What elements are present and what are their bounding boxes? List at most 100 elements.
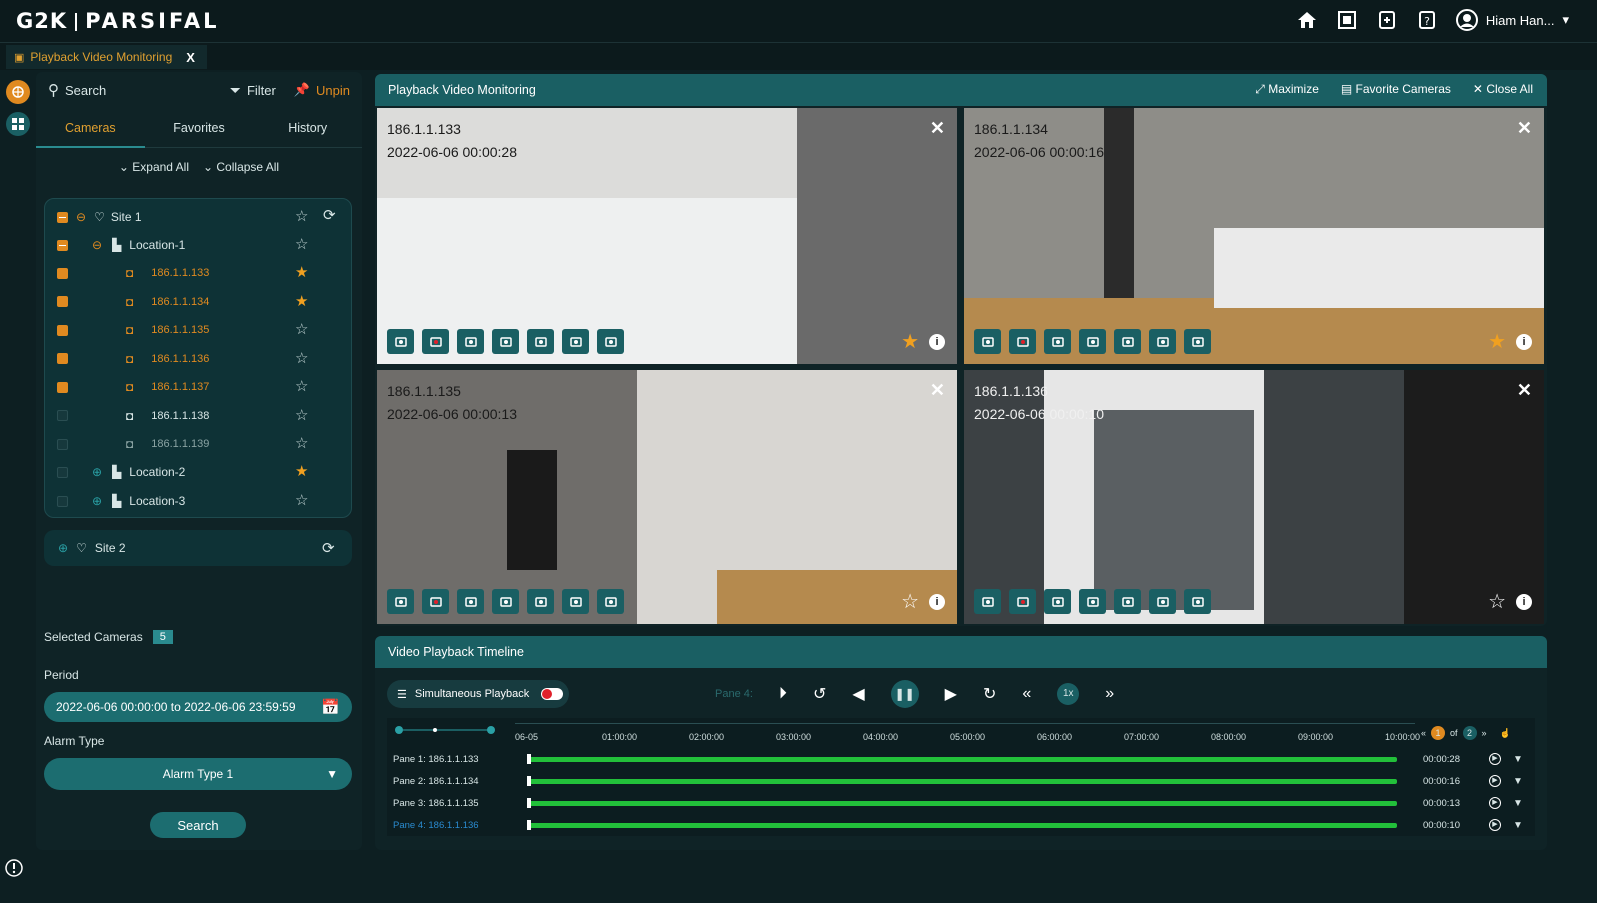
- unpin-button[interactable]: Unpin: [316, 83, 350, 98]
- star-icon[interactable]: ☆: [901, 589, 919, 614]
- lane-recording-bar[interactable]: [527, 800, 1397, 806]
- export-icon[interactable]: [562, 589, 589, 614]
- star-filled-icon[interactable]: ★: [901, 329, 919, 354]
- speed-badge[interactable]: 1x: [1057, 683, 1080, 705]
- step-forward-icon[interactable]: ▶: [945, 684, 957, 704]
- tab-cameras[interactable]: Cameras: [36, 108, 145, 148]
- tree-camera-0[interactable]: ◘ 186.1.1.133: [57, 259, 209, 287]
- snapshot-icon[interactable]: [387, 589, 414, 614]
- region-icon[interactable]: [492, 589, 519, 614]
- step-back-icon[interactable]: ◀: [852, 684, 864, 704]
- add-window-icon[interactable]: [1376, 9, 1398, 31]
- face-icon[interactable]: [527, 329, 554, 354]
- tree-location-1[interactable]: ⊖ ▙ Location-1: [57, 231, 185, 259]
- refresh-icon[interactable]: ⟳: [322, 539, 335, 557]
- pause-button[interactable]: ❚❚: [890, 680, 919, 708]
- close-all-button[interactable]: ✕ Close All: [1473, 82, 1533, 97]
- camera-checkbox[interactable]: [57, 410, 68, 421]
- camera-checkbox[interactable]: [57, 296, 68, 307]
- layout-icon[interactable]: [1336, 9, 1358, 31]
- cameras-rail-icon[interactable]: [6, 80, 30, 104]
- search-submit-button[interactable]: Search: [150, 812, 246, 838]
- zoom-in-icon[interactable]: [457, 589, 484, 614]
- rewind-15-icon[interactable]: ↺: [813, 684, 826, 704]
- star-filled-icon[interactable]: ★: [1488, 329, 1506, 354]
- tab-favorites[interactable]: Favorites: [145, 108, 254, 148]
- lane-playhead[interactable]: [527, 754, 531, 764]
- lane-playhead[interactable]: [527, 820, 531, 830]
- tree-location-3[interactable]: ⊕ ▙ Location-3: [57, 487, 185, 515]
- camera-checkbox[interactable]: [57, 267, 68, 279]
- lane-dropdown-icon[interactable]: ▼: [1513, 798, 1523, 809]
- status-info-icon[interactable]: [4, 858, 24, 878]
- region-icon[interactable]: [1079, 589, 1106, 614]
- collapse-icon[interactable]: ⊖: [92, 238, 102, 252]
- tree-site-2[interactable]: ⊕ ♡ Site 2 ⟳: [44, 530, 352, 566]
- tree-camera-3[interactable]: ◘ 186.1.1.136: [57, 345, 209, 373]
- face-icon[interactable]: [1114, 329, 1141, 354]
- region-icon[interactable]: [1079, 329, 1106, 354]
- filter-button[interactable]: Filter: [247, 83, 276, 98]
- lane-dropdown-icon[interactable]: ▼: [1513, 820, 1523, 831]
- star-icon[interactable]: ☆: [295, 235, 308, 253]
- search-icon[interactable]: ⚲: [48, 81, 59, 99]
- lane-dropdown-icon[interactable]: ▼: [1513, 776, 1523, 787]
- slower-icon[interactable]: «: [1022, 685, 1031, 703]
- period-field[interactable]: 2022-06-06 00:00:00 to 2022-06-06 23:59:…: [44, 692, 352, 722]
- lane-recording-bar[interactable]: [527, 756, 1397, 762]
- maximize-button[interactable]: ⤢ Maximize: [1255, 82, 1319, 97]
- star-icon[interactable]: ☆: [295, 406, 308, 424]
- zoom-in-icon[interactable]: [457, 329, 484, 354]
- timeline-lane[interactable]: Pane 3: 186.1.1.135 00:00:13 ▶ ▼: [387, 792, 1535, 814]
- refresh-icon[interactable]: ⟳: [323, 206, 336, 224]
- video-pane-1[interactable]: 186.1.1.133 2022-06-06 00:00:28 ✕ ★ i: [377, 108, 957, 364]
- zoom-slider[interactable]: [395, 724, 495, 736]
- favorite-cameras-button[interactable]: ▤ Favorite Cameras: [1341, 82, 1451, 97]
- camera-checkbox[interactable]: [57, 438, 68, 450]
- camera-checkbox[interactable]: [57, 353, 68, 364]
- alarm-type-select[interactable]: Alarm Type 1 ▼: [44, 758, 352, 790]
- star-filled-icon[interactable]: ★: [295, 292, 308, 310]
- star-icon[interactable]: ☆: [295, 207, 308, 225]
- export-icon[interactable]: [1149, 329, 1176, 354]
- tree-camera-4[interactable]: ◘ 186.1.1.137: [57, 373, 209, 401]
- hand-icon[interactable]: ☝: [1500, 728, 1511, 739]
- camera-checkbox[interactable]: [57, 324, 68, 336]
- region-icon[interactable]: [492, 329, 519, 354]
- bookmark-icon[interactable]: [1184, 329, 1211, 354]
- prev-page-icon[interactable]: «: [1421, 728, 1426, 738]
- lane-play-icon[interactable]: ▶: [1489, 753, 1501, 765]
- faster-icon[interactable]: »: [1105, 685, 1114, 703]
- link-icon[interactable]: [1009, 589, 1036, 614]
- lane-dropdown-icon[interactable]: ▼: [1513, 754, 1523, 765]
- timeline-lane[interactable]: Pane 4: 186.1.1.136 00:00:10 ▶ ▼: [387, 814, 1535, 836]
- lane-play-icon[interactable]: ▶: [1489, 797, 1501, 809]
- tree-camera-5[interactable]: ◘ 186.1.1.138: [57, 402, 209, 430]
- calendar-icon[interactable]: 📅: [321, 698, 340, 716]
- star-icon[interactable]: ☆: [295, 434, 308, 452]
- zoom-in-icon[interactable]: [1044, 589, 1071, 614]
- snapshot-icon[interactable]: [974, 589, 1001, 614]
- grid-rail-icon[interactable]: [6, 112, 30, 136]
- tree-location-2[interactable]: ⊕ ▙ Location-2: [57, 458, 185, 486]
- face-icon[interactable]: [527, 589, 554, 614]
- lane-playhead[interactable]: [527, 776, 531, 786]
- video-pane-4[interactable]: 186.1.1.136 2022-06-06 00:00:10 ✕ ☆ i: [964, 370, 1544, 624]
- link-icon[interactable]: [422, 329, 449, 354]
- tree-site-1[interactable]: ⊖ ♡ Site 1: [57, 203, 142, 231]
- video-pane-3[interactable]: 186.1.1.135 2022-06-06 00:00:13 ✕ ☆ i: [377, 370, 957, 624]
- face-icon[interactable]: [1114, 589, 1141, 614]
- star-icon[interactable]: ☆: [295, 377, 308, 395]
- collapse-all-button[interactable]: ⌄ Collapse All: [203, 160, 279, 174]
- info-icon[interactable]: i: [929, 334, 945, 350]
- star-icon[interactable]: ☆: [295, 320, 308, 338]
- zoom-in-icon[interactable]: [1044, 329, 1071, 354]
- tree-camera-6[interactable]: ◘ 186.1.1.139: [57, 430, 209, 458]
- info-icon[interactable]: i: [929, 594, 945, 610]
- simultaneous-playback[interactable]: ☰ Simultaneous Playback: [387, 680, 569, 708]
- forward-15-icon[interactable]: ↻: [983, 684, 996, 704]
- video-pane-2[interactable]: 186.1.1.134 2022-06-06 00:00:16 ✕ ★ i: [964, 108, 1544, 364]
- link-icon[interactable]: [422, 589, 449, 614]
- filter-icon[interactable]: ⏷: [230, 82, 241, 99]
- bookmark-icon[interactable]: [597, 589, 624, 614]
